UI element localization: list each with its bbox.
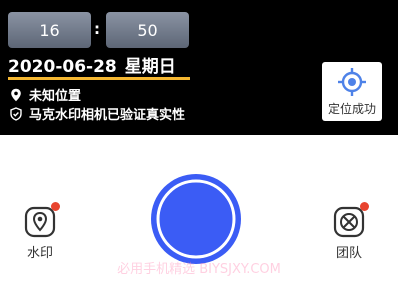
locate-label: 定位成功: [327, 101, 376, 116]
weekday-text: 星期日: [124, 57, 176, 77]
watermark-badge: [51, 202, 60, 211]
verification-text: 马克水印相机已验证真实性: [29, 108, 186, 123]
shutter-icon: [151, 174, 241, 264]
watermark-button[interactable]: 水印: [10, 202, 70, 261]
watermark-pin-icon: [24, 206, 56, 238]
team-badge: [360, 202, 369, 211]
location-text: 未知位置: [29, 89, 82, 104]
location-row[interactable]: 未知位置: [9, 85, 81, 104]
hour-box[interactable]: 16: [8, 12, 91, 48]
watermark-preview-panel: 16 : 50 2020-06-28 星期日 未知位置 马克水印相机已验证真实性…: [0, 0, 398, 135]
verification-row: 马克水印相机已验证真实性: [9, 104, 185, 123]
crosshair-icon: [338, 67, 366, 96]
site-watermark: 必用手机精选 BIYSJXY.COM: [117, 262, 281, 277]
minute-box[interactable]: 50: [106, 12, 189, 48]
date-underline: [8, 77, 190, 80]
team-aperture-icon: [333, 206, 365, 238]
date-text: 2020-06-28: [8, 57, 117, 77]
time-separator: :: [94, 20, 100, 38]
shield-check-icon: [10, 106, 22, 121]
team-button[interactable]: 团队: [319, 202, 379, 261]
date-row: 2020-06-28 星期日: [8, 52, 176, 77]
location-pin-icon: [11, 88, 21, 101]
shutter-button[interactable]: [151, 174, 241, 264]
locate-button[interactable]: 定位成功: [322, 62, 382, 121]
